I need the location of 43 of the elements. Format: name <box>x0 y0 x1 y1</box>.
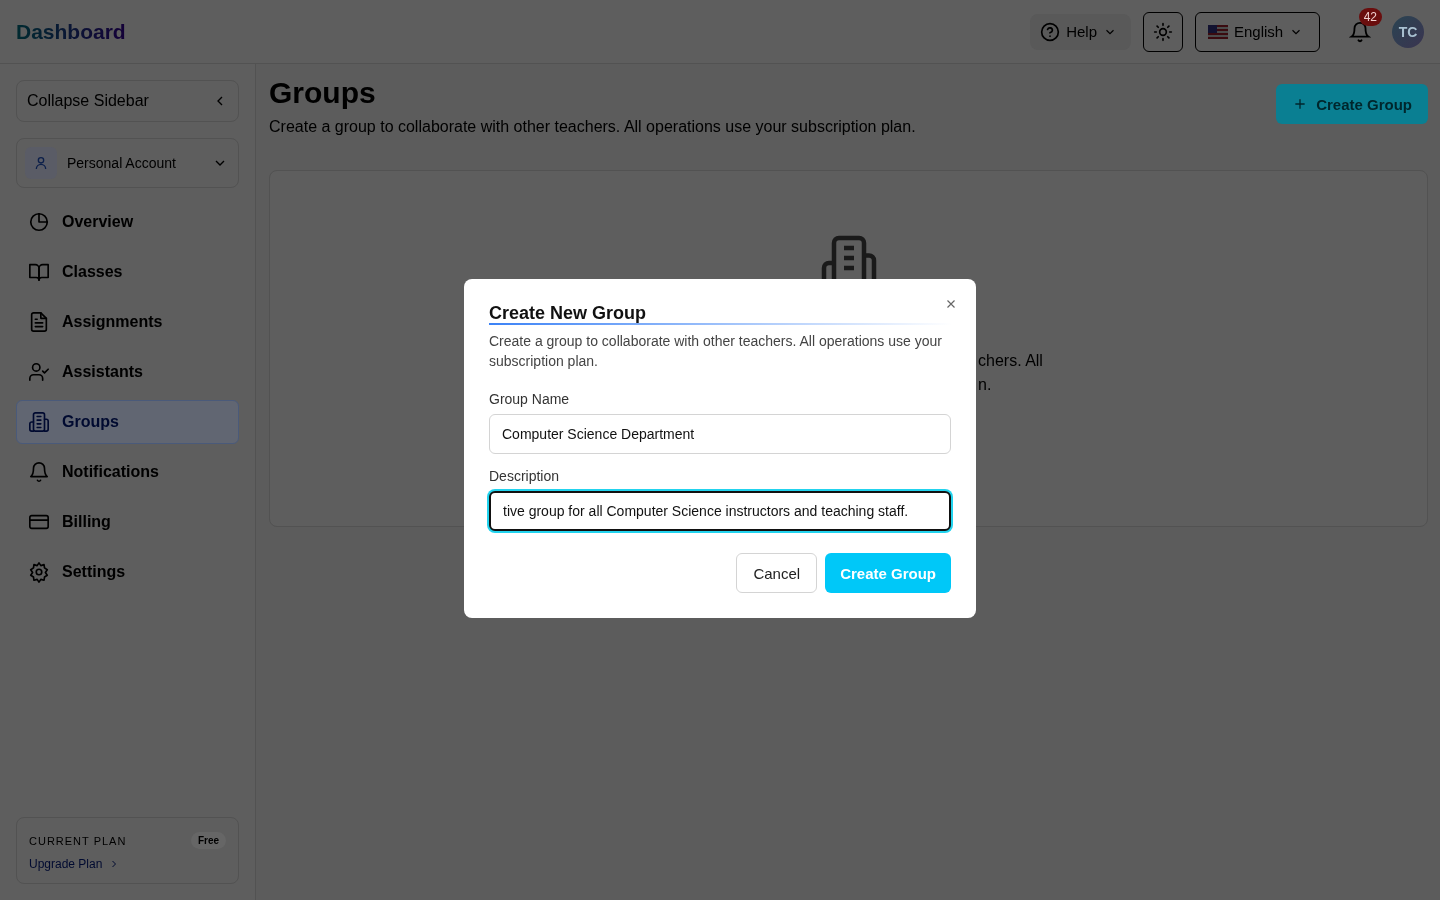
input-field[interactable]: tive group for all Computer Science instructors and teaching staff. <box>489 491 951 531</box>
cancel-button[interactable]: Cancel <box>736 553 818 593</box>
collapse-sidebar-button[interactable]: Collapse Sidebar <box>16 80 239 122</box>
plan-badge: Free <box>190 832 226 849</box>
flag-icon <box>1208 24 1228 39</box>
sidebar-item[interactable]: Assignments <box>16 300 239 344</box>
help-icon <box>1040 21 1061 42</box>
settings-icon <box>28 561 50 583</box>
sidebar-item[interactable]: Classes <box>16 250 239 294</box>
sidebar-item[interactable]: Settings <box>16 550 239 594</box>
dialog-title: Create New Group <box>489 303 951 325</box>
book-icon <box>28 261 50 283</box>
sidebar-item[interactable]: Groups <box>16 400 239 444</box>
user-avatar[interactable]: TC <box>1392 15 1424 48</box>
page-subtitle: Create a group to collaborate with other teachers. All operations use your subscription plan. <box>269 118 916 136</box>
field-label: Description <box>489 468 561 484</box>
pie-chart-icon <box>28 211 50 233</box>
building-icon <box>28 411 50 433</box>
upgrade-plan-link[interactable]: Upgrade Plan <box>29 857 226 871</box>
input-field[interactable]: Computer Science Department <box>489 414 951 454</box>
create-group-button[interactable]: Create Group <box>1276 84 1428 124</box>
sidebar-item[interactable]: Assistants <box>16 350 239 394</box>
sun-icon <box>1153 21 1173 42</box>
page-title: Groups <box>269 75 377 111</box>
create-group-submit-button[interactable]: Create Group <box>825 553 951 593</box>
document-icon <box>28 311 50 333</box>
user-check-icon <box>28 361 50 383</box>
sidebar-item[interactable]: Billing <box>16 500 239 544</box>
user-icon <box>25 147 57 179</box>
empty-state-text: n. <box>978 375 992 395</box>
theme-toggle-button[interactable] <box>1143 11 1183 52</box>
bell-icon <box>1349 20 1371 43</box>
account-switcher[interactable]: Personal Account <box>16 138 239 188</box>
empty-state-text: chers. All <box>978 351 1043 371</box>
field-label: Group Name <box>489 391 571 407</box>
language-select[interactable]: English <box>1195 11 1320 52</box>
help-menu-button[interactable]: Help <box>1030 13 1131 50</box>
bell-icon <box>28 461 50 483</box>
dialog-description: Create a group to collaborate with other teachers. All operations use your subscription plan. <box>489 332 943 371</box>
plan-label: CURRENT PLAN <box>29 834 127 847</box>
sidebar-item[interactable]: Overview <box>16 200 239 244</box>
sidebar-item[interactable]: Notifications <box>16 450 239 494</box>
notification-count-badge: 42 <box>1358 7 1382 26</box>
